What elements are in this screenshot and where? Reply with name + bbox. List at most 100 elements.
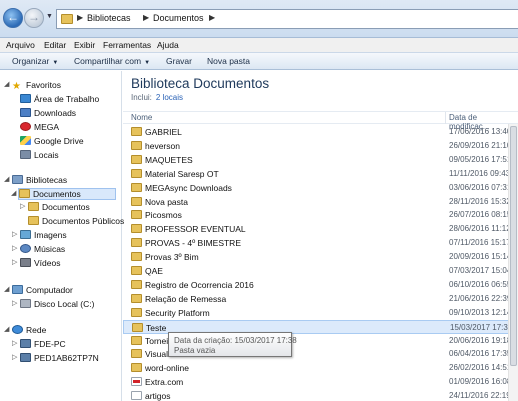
expand-arrow-icon[interactable]: ▷: [12, 258, 17, 266]
breadcrumb[interactable]: ▶ Bibliotecas ▶ Documentos ▶: [56, 9, 518, 29]
expand-arrow-icon[interactable]: ▷: [12, 339, 17, 347]
expand-arrow-icon[interactable]: ▷: [12, 230, 17, 238]
collapse-arrow-icon[interactable]: ◢: [11, 189, 16, 197]
expand-arrow-icon[interactable]: ▷: [20, 202, 25, 210]
nav-item-google-drive[interactable]: Google Drive: [20, 136, 84, 148]
includes-locations-link[interactable]: 2 locais: [156, 93, 183, 102]
nav-item-label: MEGA: [34, 122, 60, 132]
file-name: artigos: [145, 391, 171, 401]
nav-item-documents[interactable]: ◢ Documentos: [11, 188, 116, 200]
images-icon: [20, 230, 31, 239]
nav-item-music[interactable]: ▷ Músicas: [12, 244, 65, 256]
folder-icon: [131, 168, 142, 178]
menu-editar[interactable]: Editar: [44, 40, 66, 50]
forward-arrow-icon[interactable]: →: [24, 8, 44, 28]
library-includes: Inclui: 2 locais: [131, 93, 183, 102]
file-date-modified: 11/11/2016 09:43: [449, 168, 511, 178]
file-row[interactable]: Nova pasta 28/11/2016 15:32: [123, 195, 518, 209]
nav-item-desktop[interactable]: Área de Trabalho: [20, 94, 99, 106]
menu-exibir[interactable]: Exibir: [74, 40, 95, 50]
scrollbar-thumb[interactable]: [510, 126, 517, 366]
file-date-modified: 28/11/2016 15:32: [449, 196, 511, 206]
collapse-arrow-icon[interactable]: ◢: [4, 285, 9, 293]
file-row[interactable]: artigos 24/11/2016 22:19: [123, 389, 518, 401]
breadcrumb-separator-icon[interactable]: ▶: [143, 13, 149, 22]
share-button[interactable]: Compartilhar com ▼: [74, 56, 150, 66]
navigation-pane[interactable]: ◢ ★ Favoritos Área de Trabalho Downloads M…: [0, 71, 124, 401]
videos-icon: [20, 258, 31, 267]
column-divider[interactable]: [445, 112, 446, 124]
address-bar: ← → ▼ ▶ Bibliotecas ▶ Documentos ▶: [0, 0, 518, 38]
file-name: Security Platform: [145, 307, 210, 318]
folder-icon: [132, 322, 143, 332]
nav-network[interactable]: ◢ Rede: [4, 325, 46, 337]
nav-item-host-ped[interactable]: ▷ PED1AB62TP7N: [12, 353, 99, 365]
expand-arrow-icon[interactable]: ▷: [12, 353, 17, 361]
file-row[interactable]: PROVAS - 4º BIMESTRE 07/11/2016 15:17: [123, 236, 518, 250]
collapse-arrow-icon[interactable]: ◢: [4, 175, 9, 183]
file-date-modified: 09/10/2013 12:14: [449, 307, 512, 317]
nav-item-label: Downloads: [34, 108, 77, 118]
nav-item-documents-sub[interactable]: ▷ Documentos: [20, 202, 90, 214]
file-row[interactable]: MAQUETES 09/05/2016 17:51: [123, 153, 518, 167]
nav-item-label: Disco Local (C:): [34, 299, 95, 309]
file-row[interactable]: heverson 26/09/2016 21:10: [123, 139, 518, 153]
nav-item-public-documents[interactable]: Documentos Públicos: [28, 216, 124, 228]
expand-arrow-icon[interactable]: ▷: [12, 299, 17, 307]
file-name: MEGAsync Downloads: [145, 182, 232, 193]
nav-item-videos[interactable]: ▷ Vídeos: [12, 258, 60, 270]
folder-icon: [131, 293, 142, 303]
column-name[interactable]: Nome: [131, 113, 152, 122]
nav-item-local-disk[interactable]: ▷ Disco Local (C:): [12, 299, 95, 311]
nav-computer[interactable]: ◢ Computador: [4, 285, 73, 297]
back-arrow-icon[interactable]: ←: [3, 8, 23, 28]
breadcrumb-separator-icon[interactable]: ▶: [209, 13, 215, 22]
file-row[interactable]: Relação de Remessa 21/06/2016 22:39: [123, 292, 518, 306]
menu-ajuda[interactable]: Ajuda: [157, 40, 179, 50]
file-row[interactable]: QAE 07/03/2017 15:04: [123, 264, 518, 278]
nav-item-mega[interactable]: MEGA: [20, 122, 59, 134]
expand-arrow-icon[interactable]: ▷: [12, 244, 17, 252]
burn-button[interactable]: Gravar: [166, 56, 192, 66]
nav-item-host-fde[interactable]: ▷ FDE-PC: [12, 339, 66, 351]
file-row[interactable]: Security Platform 09/10/2013 12:14: [123, 306, 518, 320]
recent-pages-chevron-icon[interactable]: ▼: [46, 13, 53, 20]
file-date-modified: 01/09/2016 16:08: [449, 377, 512, 387]
file-name: Material Saresp OT: [145, 168, 219, 179]
folder-icon: [131, 224, 142, 234]
nav-item-images[interactable]: ▷ Imagens: [12, 230, 67, 242]
file-row[interactable]: GABRIEL 17/06/2016 13:40: [123, 125, 518, 139]
file-row[interactable]: Picosmos 26/07/2016 08:15: [123, 208, 518, 222]
file-row[interactable]: word-online 26/02/2016 14:51: [123, 361, 518, 375]
file-row[interactable]: Material Saresp OT 11/11/2016 09:43: [123, 167, 518, 181]
file-row[interactable]: Provas 3º Bim 20/09/2016 15:14: [123, 250, 518, 264]
breadcrumb-separator-icon[interactable]: ▶: [77, 13, 83, 22]
file-name: Provas 3º Bim: [145, 252, 199, 263]
folder-tooltip: Data da criação: 15/03/2017 17:38 Pasta …: [168, 332, 297, 357]
music-icon: [20, 244, 31, 253]
nav-computer-label: Computador: [26, 285, 73, 295]
breadcrumb-libraries[interactable]: Bibliotecas: [87, 13, 131, 23]
vertical-scrollbar[interactable]: [508, 124, 518, 401]
menu-ferramentas[interactable]: Ferramentas: [103, 40, 151, 50]
file-row[interactable]: MEGAsync Downloads 03/06/2016 07:31: [123, 181, 518, 195]
menu-arquivo[interactable]: Arquivo: [6, 40, 35, 50]
nav-item-label: Imagens: [34, 230, 67, 240]
collapse-arrow-icon[interactable]: ◢: [4, 80, 9, 88]
nav-favorites[interactable]: ◢ ★ Favoritos: [4, 80, 61, 92]
nav-item-downloads[interactable]: Downloads: [20, 108, 76, 120]
nav-libraries[interactable]: ◢ Bibliotecas: [4, 175, 67, 187]
folder-icon: [131, 140, 142, 150]
nav-item-label: FDE-PC: [34, 339, 66, 349]
file-row[interactable]: Registro de Ocorrencia 2016 06/10/2016 06…: [123, 278, 518, 292]
breadcrumb-documents[interactable]: Documentos: [153, 13, 204, 23]
new-folder-button[interactable]: Nova pasta: [207, 56, 250, 66]
file-date-modified: 20/06/2016 19:18: [449, 335, 512, 345]
file-row[interactable]: PROFESSOR EVENTUAL 28/06/2016 11:12: [123, 222, 518, 236]
organize-button[interactable]: Organizar ▼: [12, 56, 58, 66]
nav-item-places[interactable]: Locais: [20, 150, 59, 162]
nav-item-label: Documentos: [33, 189, 81, 199]
file-name: Picosmos: [145, 210, 182, 221]
file-row[interactable]: Extra.com 01/09/2016 16:08: [123, 375, 518, 389]
collapse-arrow-icon[interactable]: ◢: [4, 325, 9, 333]
